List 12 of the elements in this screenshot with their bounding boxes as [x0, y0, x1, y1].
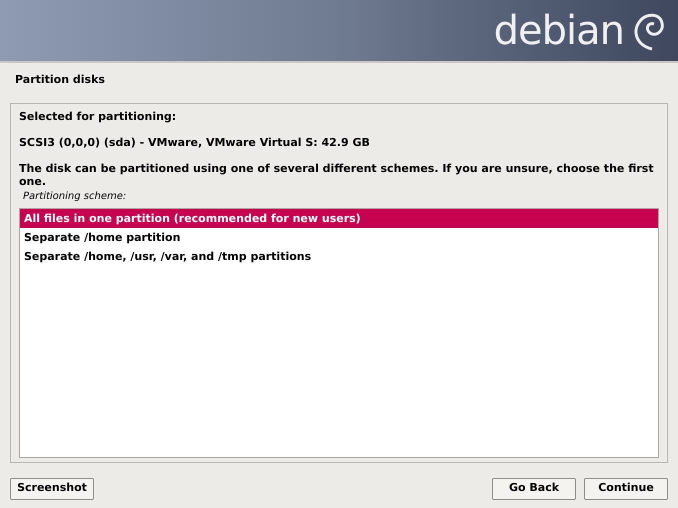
list-label: Partitioning scheme:: [22, 190, 128, 204]
disk-description: SCSI3 (0,0,0) (sda) - VMware, VMware Virtual S: 42.9 GB: [19, 135, 371, 151]
instruction-text: The disk can be partitioned using one of several different schemes. If you are unsure, choose the first one.: [19, 162, 655, 188]
scheme-option[interactable]: Separate /home, /usr, /var, and /tmp partitions: [20, 246, 658, 266]
dialog-button[interactable]: Go Back: [492, 478, 576, 500]
dialog-button[interactable]: Continue: [584, 478, 668, 500]
scheme-option[interactable]: Separate /home partition: [20, 228, 658, 246]
dialog-button[interactable]: Screenshot: [10, 478, 94, 500]
section-label: Selected for partitioning:: [19, 108, 178, 124]
scheme-option[interactable]: All files in one partition (recommended for new users): [20, 208, 658, 228]
logo-text: debian: [494, 10, 624, 50]
page-title: Partition disks: [14, 72, 106, 88]
